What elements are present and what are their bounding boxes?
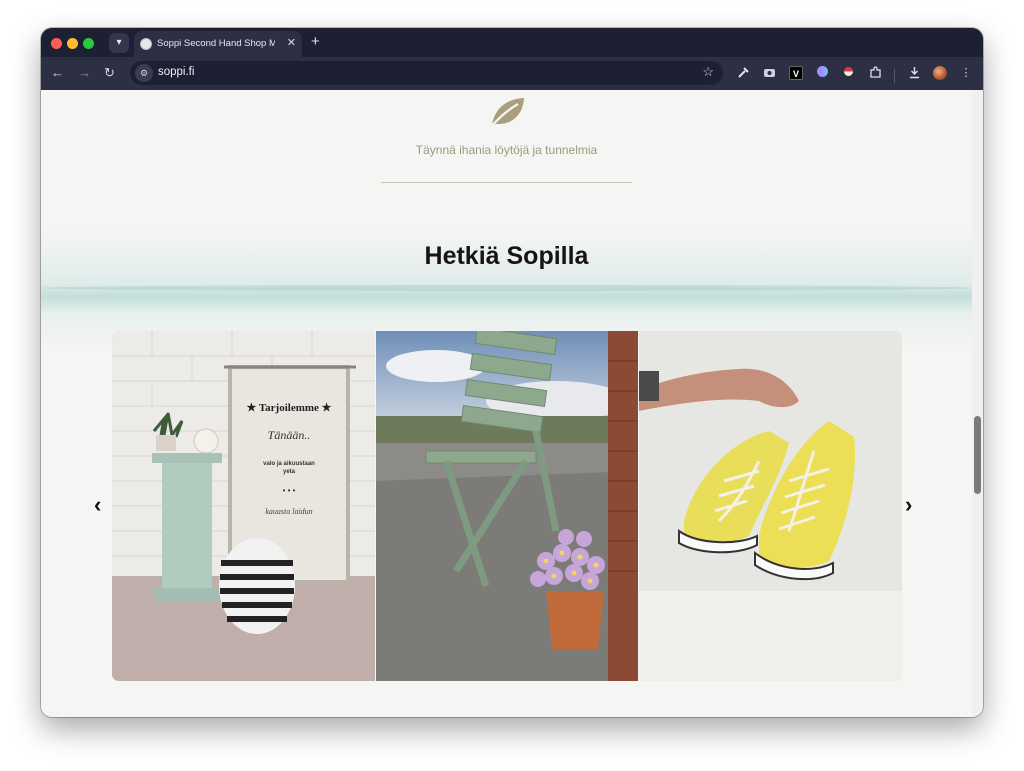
- browser-toolbar: ← → ↻ ⚙ soppi.fi ☆ V ⋮: [41, 57, 983, 90]
- page-scrollbar-thumb[interactable]: [974, 416, 981, 494]
- address-bar[interactable]: ⚙ soppi.fi ☆: [130, 61, 723, 85]
- toolbar-separator: [894, 69, 895, 83]
- carousel-slide-shop-sign[interactable]: ★ Tarjoilemme ★ Tänään.. valo ja aikuust…: [112, 331, 375, 681]
- sign-line: ★ Tarjoilemme ★: [246, 402, 331, 414]
- sign-line: • • •: [283, 486, 296, 495]
- decorative-wave-line: [41, 296, 972, 302]
- title-bar: ▾ Soppi Second Hand Shop My ✕ +: [41, 28, 983, 57]
- bookmark-star-icon[interactable]: ☆: [702, 64, 714, 80]
- page-scrollbar[interactable]: [972, 90, 983, 717]
- tagline-divider: [381, 182, 632, 183]
- carousel-slide-yellow-sneakers[interactable]: [639, 331, 902, 681]
- sign-line: Tänään..: [268, 428, 311, 442]
- section-heading: Hetkiä Sopilla: [424, 242, 589, 270]
- shop-sign-photo: ★ Tarjoilemme ★ Tänään.. valo ja aikuust…: [112, 331, 375, 681]
- tab-search-chevron-icon[interactable]: ▾: [109, 33, 129, 53]
- minimize-window-button[interactable]: [67, 38, 78, 49]
- garden-chairs-photo: [376, 331, 638, 681]
- carousel-next-arrow[interactable]: ›: [905, 494, 912, 516]
- web-page: Täynnä ihania löytöjä ja tunnelmia Hetki…: [41, 90, 972, 717]
- pie-extension-icon[interactable]: [815, 66, 829, 80]
- site-favicon-icon: [140, 38, 152, 50]
- leaf-logo-icon: [488, 95, 526, 133]
- site-info-icon[interactable]: ⚙: [135, 64, 153, 82]
- eyedropper-extension-icon[interactable]: [736, 66, 750, 80]
- back-button[interactable]: ←: [51, 65, 64, 81]
- forward-button[interactable]: →: [78, 65, 91, 81]
- new-tab-button[interactable]: +: [311, 34, 320, 50]
- camera-extension-icon[interactable]: [762, 66, 776, 80]
- extensions-puzzle-icon[interactable]: [868, 66, 882, 80]
- sign-line: valo ja aikuustaan: [263, 461, 315, 467]
- sign-line: yeta: [283, 469, 296, 475]
- browser-window: ▾ Soppi Second Hand Shop My ✕ + ← → ↻ ⚙ …: [41, 28, 983, 717]
- carousel-slide-garden-chairs[interactable]: [376, 331, 638, 681]
- yellow-sneakers-photo: [639, 331, 902, 681]
- url-text[interactable]: soppi.fi: [158, 66, 194, 78]
- browser-menu-icon[interactable]: ⋮: [959, 66, 973, 80]
- pokeball-extension-icon[interactable]: [841, 66, 855, 80]
- v-extension-icon[interactable]: V: [789, 66, 803, 80]
- profile-avatar-icon[interactable]: [933, 66, 947, 80]
- download-icon[interactable]: [907, 66, 921, 80]
- sign-line: kauasta laidun: [265, 507, 312, 516]
- site-tagline: Täynnä ihania löytöjä ja tunnelmia: [415, 143, 598, 157]
- close-window-button[interactable]: [51, 38, 62, 49]
- tab-title: Soppi Second Hand Shop My: [157, 38, 275, 49]
- reload-button[interactable]: ↻: [104, 65, 115, 81]
- carousel-prev-arrow[interactable]: ‹: [94, 494, 101, 516]
- decorative-wave-line: [41, 285, 972, 291]
- tab-soppi[interactable]: Soppi Second Hand Shop My ✕: [134, 31, 302, 57]
- zoom-window-button[interactable]: [83, 38, 94, 49]
- tab-close-icon[interactable]: ✕: [287, 36, 296, 50]
